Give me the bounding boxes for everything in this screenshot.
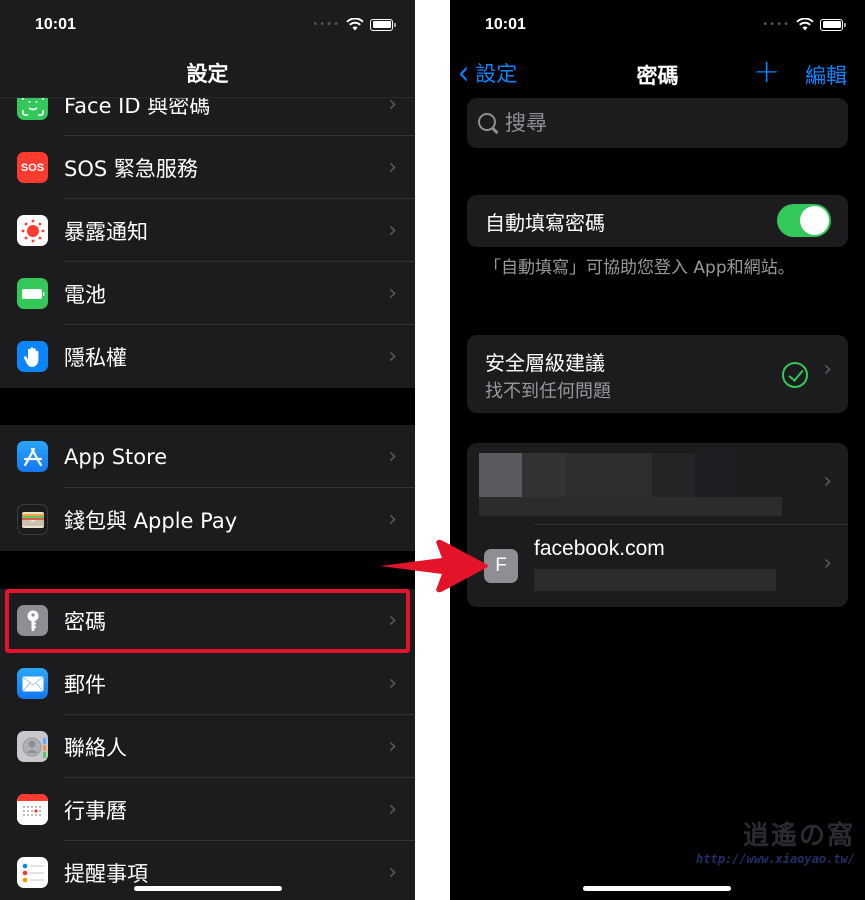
status-bar: 10:01 •••• [450, 0, 865, 50]
chevron-right-icon: › [388, 444, 397, 469]
status-bar: 10:01 •••• [0, 0, 415, 50]
annotation-arrow-icon [380, 539, 488, 593]
battery-status-icon [370, 18, 396, 31]
signal-icon: •••• [312, 19, 340, 30]
settings-item-label: 郵件 [64, 672, 106, 697]
settings-item-wallet[interactable]: 錢包與 Apple Pay › [0, 488, 415, 551]
home-indicator[interactable] [134, 886, 282, 891]
settings-group-1: Face ID 與密碼 › SOS SOS 緊急服務 › 暴露通知 › 電池 › [0, 73, 415, 388]
page-title: 設定 [186, 62, 229, 86]
autofill-label: 自動填寫密碼 [485, 211, 605, 235]
nav-bar: ‹ 設定 密碼 + 編輯 [450, 52, 865, 92]
autofill-row: 自動填寫密碼 [467, 195, 848, 247]
settings-item-label: SOS 緊急服務 [64, 156, 198, 181]
search-bar[interactable] [467, 98, 848, 148]
status-time: 10:01 [485, 16, 526, 33]
chevron-right-icon: › [823, 551, 832, 576]
redacted-block [522, 453, 565, 497]
appstore-icon [17, 441, 48, 472]
add-password-button[interactable]: + [753, 52, 780, 90]
signal-icon: •••• [762, 19, 790, 30]
calendar-icon [17, 794, 48, 825]
edit-button[interactable]: 編輯 [805, 60, 847, 90]
chevron-right-icon: › [388, 344, 397, 369]
chevron-right-icon: › [388, 860, 397, 885]
autofill-toggle[interactable] [777, 204, 831, 237]
chevron-right-icon: › [388, 797, 397, 822]
security-subtitle: 找不到任何問題 [485, 381, 611, 402]
search-icon [477, 112, 499, 134]
settings-item-label: 行事曆 [64, 798, 127, 823]
contacts-icon [17, 731, 48, 762]
settings-screen: 10:01 •••• 設定 Face ID 與密碼 › SOS SOS 緊急服務… [0, 0, 415, 900]
chevron-right-icon: › [388, 671, 397, 696]
mail-icon [17, 668, 48, 699]
settings-group-2: App Store › 錢包與 Apple Pay › [0, 425, 415, 551]
settings-item-exposure[interactable]: 暴露通知 › [0, 199, 415, 262]
chevron-right-icon: › [388, 281, 397, 306]
settings-item-label: 聯絡人 [64, 735, 127, 760]
wifi-icon [346, 18, 364, 31]
battery-icon [17, 278, 48, 309]
security-recommendations-row[interactable]: 安全層級建議 找不到任何問題 › [467, 335, 848, 413]
chevron-right-icon: › [388, 734, 397, 759]
settings-item-label: App Store [64, 444, 168, 469]
settings-item-contacts[interactable]: 聯絡人 › [0, 715, 415, 778]
status-icons: •••• [312, 18, 396, 31]
chevron-right-icon: › [823, 469, 832, 494]
chevron-right-icon: › [388, 218, 397, 243]
wallet-icon [17, 504, 48, 535]
account-row-facebook[interactable]: F facebook.com › [467, 525, 848, 607]
battery-status-icon [820, 18, 846, 31]
autofill-footnote: 「自動填寫」可協助您登入 App和網站。 [484, 258, 795, 278]
sos-icon: SOS [17, 152, 48, 183]
redacted-block [479, 453, 522, 497]
account-domain: facebook.com [534, 537, 665, 560]
status-icons: •••• [762, 18, 846, 31]
hand-icon [17, 341, 48, 372]
highlight-passwords [5, 589, 410, 653]
checkmark-circle-icon [782, 362, 808, 388]
watermark-title: 逍遙の窩 [742, 821, 855, 851]
settings-item-label: 錢包與 Apple Pay [64, 508, 238, 533]
reminders-icon [17, 857, 48, 888]
settings-item-sos[interactable]: SOS SOS 緊急服務 › [0, 136, 415, 199]
settings-item-appstore[interactable]: App Store › [0, 425, 415, 488]
account-row-redacted[interactable]: › [467, 443, 848, 525]
wifi-icon [796, 18, 814, 31]
chevron-right-icon: › [388, 507, 397, 532]
settings-item-battery[interactable]: 電池 › [0, 262, 415, 325]
watermark: 逍遙の窩 http://www.xiaoyao.tw/ [696, 815, 855, 866]
passwords-screen: 10:01 •••• ‹ 設定 密碼 + 編輯 自動填寫密碼 「自動填寫」可協助… [450, 0, 865, 900]
redacted-block [652, 453, 695, 497]
settings-item-calendar[interactable]: 行事曆 › [0, 778, 415, 841]
redacted-block [479, 497, 782, 516]
settings-header: 10:01 •••• 設定 [0, 0, 415, 98]
settings-item-label: 電池 [64, 282, 106, 307]
home-indicator[interactable] [583, 886, 731, 891]
security-title: 安全層級建議 [485, 351, 605, 375]
exposure-icon [17, 215, 48, 246]
settings-item-label: 隱私權 [64, 345, 127, 370]
accounts-list: › F facebook.com › [467, 443, 848, 607]
status-time: 10:01 [35, 16, 76, 33]
search-input[interactable] [505, 111, 805, 135]
chevron-right-icon: › [823, 357, 832, 382]
settings-item-label: 提醒事項 [64, 861, 148, 886]
settings-item-label: 暴露通知 [64, 219, 148, 244]
watermark-url: http://www.xiaoyao.tw/ [696, 852, 855, 866]
redacted-username [534, 569, 776, 591]
settings-item-mail[interactable]: 郵件 › [0, 652, 415, 715]
redacted-block [565, 453, 652, 497]
settings-item-privacy[interactable]: 隱私權 › [0, 325, 415, 388]
settings-item-reminders[interactable]: 提醒事項 › [0, 841, 415, 900]
chevron-right-icon: › [388, 155, 397, 180]
page-title: 密碼 [636, 64, 679, 88]
redacted-block [695, 453, 738, 497]
